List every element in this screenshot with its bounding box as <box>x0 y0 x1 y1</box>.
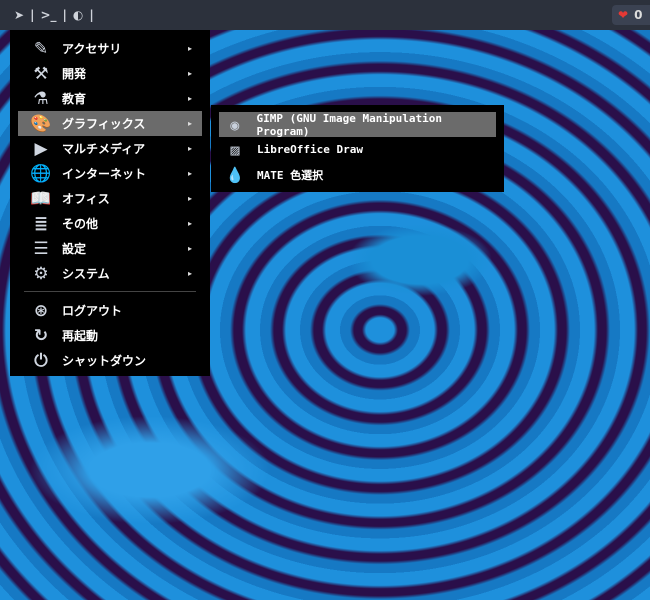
menu-item-office[interactable]: 📖 オフィス ▸ <box>18 186 202 211</box>
submenu-arrow-icon: ▸ <box>187 94 192 103</box>
settings-icon: ☰ <box>33 238 49 259</box>
graphics-submenu: ◉ GIMP (GNU Image Manipulation Program) ▨… <box>211 105 504 192</box>
flask-icon: ⚗ <box>33 88 49 109</box>
submenu-arrow-icon: ▸ <box>187 269 192 278</box>
submenu-arrow-icon: ▸ <box>187 244 192 253</box>
shutdown-button[interactable]: ⏻ シャットダウン <box>18 348 202 373</box>
separator: | <box>62 8 67 22</box>
menu-item-internet[interactable]: 🌐 インターネット ▸ <box>18 161 202 186</box>
badge-count: 0 <box>634 8 643 22</box>
application-menu: ✎ アクセサリ ▸ ⚒ 開発 ▸ ⚗ 教育 ▸ 🎨 グラフィックス ▸ ▶ マルチメディア ▸ 🌐 イ… <box>10 30 210 376</box>
gear-icon: ⚙ <box>33 263 49 284</box>
draw-icon: ▨ <box>230 140 240 159</box>
menu-item-education[interactable]: ⚗ 教育 ▸ <box>18 86 202 111</box>
list-icon: ≣ <box>33 213 49 234</box>
moon-icon[interactable]: ◐ <box>73 8 83 22</box>
submenu-arrow-icon: ▸ <box>187 169 192 178</box>
menu-item-other[interactable]: ≣ その他 ▸ <box>18 211 202 236</box>
divider <box>24 291 196 292</box>
pen-icon: ✎ <box>33 38 49 59</box>
menu-item-system[interactable]: ⚙ システム ▸ <box>18 261 202 286</box>
menu-item-development[interactable]: ⚒ 開発 ▸ <box>18 61 202 86</box>
submenu-arrow-icon: ▸ <box>187 119 192 128</box>
submenu-arrow-icon: ▸ <box>187 144 192 153</box>
paper-plane-icon[interactable]: ➤ <box>14 8 24 22</box>
globe-icon: 🌐 <box>30 163 52 184</box>
submenu-arrow-icon: ▸ <box>187 69 192 78</box>
droplet-icon: 💧 <box>225 165 245 184</box>
submenu-arrow-icon: ▸ <box>187 219 192 228</box>
hammer-icon: ⚒ <box>33 63 49 84</box>
book-icon: 📖 <box>30 188 52 209</box>
logout-button[interactable]: ⊛ ログアウト <box>18 298 202 323</box>
submenu-item-libreoffice-draw[interactable]: ▨ LibreOffice Draw <box>219 137 496 162</box>
menu-item-multimedia[interactable]: ▶ マルチメディア ▸ <box>18 136 202 161</box>
logout-icon: ⊛ <box>33 300 49 321</box>
terminal-icon[interactable]: >_ <box>40 8 56 22</box>
heart-icon: ❤ <box>618 8 629 22</box>
palette-icon: 🎨 <box>30 113 52 134</box>
submenu-arrow-icon: ▸ <box>187 194 192 203</box>
gimp-icon: ◉ <box>230 115 240 134</box>
play-icon: ▶ <box>34 138 48 159</box>
menu-item-settings[interactable]: ☰ 設定 ▸ <box>18 236 202 261</box>
power-icon: ⏻ <box>34 350 48 371</box>
menu-item-graphics[interactable]: 🎨 グラフィックス ▸ <box>18 111 202 136</box>
restart-icon: ↻ <box>33 325 49 346</box>
separator: | <box>30 8 35 22</box>
menu-item-accessories[interactable]: ✎ アクセサリ ▸ <box>18 36 202 61</box>
restart-button[interactable]: ↻ 再起動 <box>18 323 202 348</box>
submenu-item-mate-color[interactable]: 💧 MATE 色選択 <box>219 162 496 187</box>
top-panel: ➤ | >_ | ◐ | ❤ 0 <box>0 0 650 30</box>
separator: | <box>89 8 94 22</box>
notification-badge[interactable]: ❤ 0 <box>612 5 650 25</box>
submenu-arrow-icon: ▸ <box>187 44 192 53</box>
submenu-item-gimp[interactable]: ◉ GIMP (GNU Image Manipulation Program) <box>219 112 496 138</box>
